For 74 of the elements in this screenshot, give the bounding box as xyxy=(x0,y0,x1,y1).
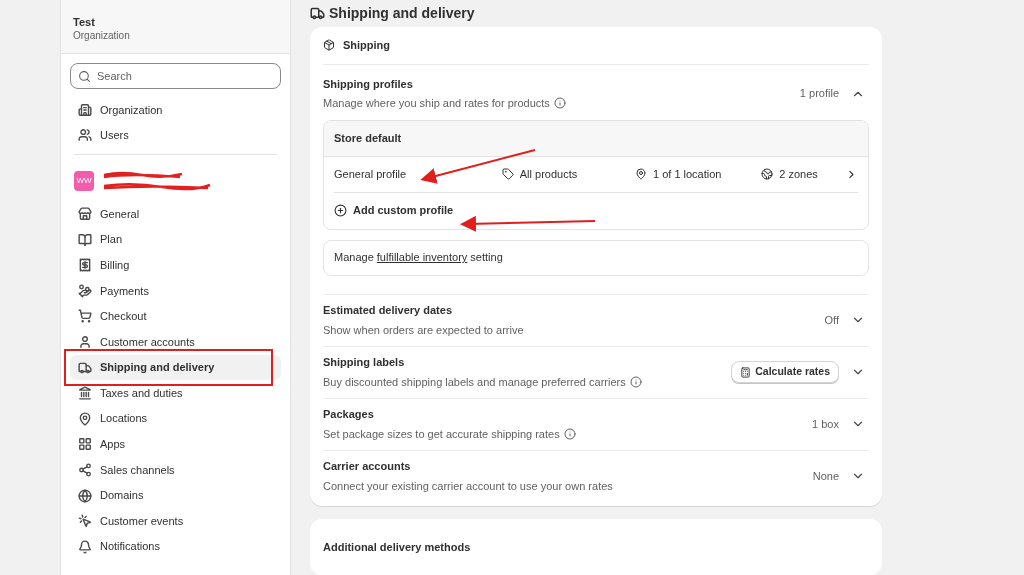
card-title: Shipping xyxy=(343,37,391,53)
sidebar-item[interactable]: Notifications xyxy=(70,533,281,560)
inventory-text: Manage xyxy=(334,250,375,266)
truck-icon xyxy=(78,360,92,375)
sidebar-item[interactable]: Payments xyxy=(70,277,281,304)
search-icon xyxy=(78,70,91,83)
sidebar-item[interactable]: Organization xyxy=(70,97,281,123)
sidebar-item[interactable]: Taxes and duties xyxy=(70,380,281,406)
sidebar-item[interactable]: Sales channels xyxy=(70,457,281,483)
pin-icon xyxy=(78,411,92,426)
sidebar-item[interactable]: Shipping and delivery xyxy=(70,354,281,381)
sidebar-item[interactable]: Customer accounts xyxy=(70,329,281,355)
person-icon xyxy=(78,334,92,349)
tag-icon xyxy=(501,168,514,181)
cart-icon xyxy=(78,309,92,324)
inventory-link[interactable]: fulfillable inventory xyxy=(376,249,468,266)
sidebar-item[interactable]: Locations xyxy=(70,405,281,432)
add-custom-profile-button[interactable]: Add custom profile xyxy=(334,192,454,229)
group-title: Store default xyxy=(334,130,402,146)
section-value: None xyxy=(812,468,839,484)
info-icon[interactable] xyxy=(563,427,576,440)
section-title: Estimated delivery dates xyxy=(323,303,453,319)
sidebar-item[interactable]: Checkout xyxy=(70,303,281,330)
section-title: Shipping profiles xyxy=(323,76,414,92)
section-description: Connect your existing carrier account to use your own rates xyxy=(323,478,613,494)
inventory-text: setting xyxy=(469,250,503,266)
book-icon xyxy=(78,232,92,247)
store-icon xyxy=(78,207,92,221)
hand-coins-icon xyxy=(78,283,92,298)
sidebar-item[interactable]: Billing xyxy=(70,252,281,278)
sidebar-item[interactable]: General xyxy=(70,201,281,227)
info-icon[interactable] xyxy=(553,97,566,110)
section-value: 1 profile xyxy=(799,86,839,102)
section-title: Carrier accounts xyxy=(323,459,412,475)
calculator-icon xyxy=(740,366,752,378)
profile-products: All products xyxy=(519,166,578,182)
info-icon[interactable] xyxy=(629,375,642,388)
section-description: Show when orders are expected to arrive xyxy=(323,322,524,338)
globe-icon xyxy=(78,488,92,503)
profile-row[interactable]: General profile All products 1 of 1 location 2 zones xyxy=(334,156,858,193)
sidebar-item[interactable]: Apps xyxy=(70,431,281,458)
building-icon xyxy=(78,102,92,117)
sidebar-item[interactable]: Users xyxy=(70,122,281,149)
globe-icon xyxy=(761,168,774,181)
profile-zones: 2 zones xyxy=(779,166,818,182)
section-description: Buy discounted shipping labels and manage preferred carriers xyxy=(323,374,626,390)
receipt-icon xyxy=(78,258,92,273)
share-icon xyxy=(78,462,92,477)
org-name: Test xyxy=(73,15,96,29)
sidebar-item[interactable]: Plan xyxy=(70,226,281,253)
bell-icon xyxy=(78,539,92,554)
profile-name: General profile xyxy=(334,166,408,182)
section-title: Shipping labels xyxy=(323,355,406,371)
org-subtitle: Organization xyxy=(73,29,131,43)
truck-icon xyxy=(310,5,325,21)
profile-locations: 1 of 1 location xyxy=(653,166,722,182)
users-icon xyxy=(78,128,92,143)
section-title: Packages xyxy=(323,407,375,423)
card-title: Additional delivery methods xyxy=(323,540,471,553)
search-field[interactable]: Search xyxy=(70,63,281,89)
cursor-click-icon xyxy=(78,514,92,529)
section-value: Off xyxy=(824,312,839,328)
calculate-rates-button[interactable]: Calculate rates xyxy=(731,361,839,384)
page-title: Shipping and delivery xyxy=(329,3,475,23)
section-value: 1 box xyxy=(812,416,839,432)
section-description: Set package sizes to get accurate shipping rates xyxy=(323,426,560,442)
apps-icon xyxy=(78,437,92,452)
box-icon xyxy=(323,39,335,52)
bank-icon xyxy=(78,386,92,401)
sidebar-item[interactable]: Domains xyxy=(70,482,281,509)
pin-icon xyxy=(635,168,647,181)
plus-circle-icon xyxy=(334,204,347,218)
sidebar-item[interactable]: Customer events xyxy=(70,508,281,534)
section-description: Manage where you ship and rates for products xyxy=(323,96,550,112)
